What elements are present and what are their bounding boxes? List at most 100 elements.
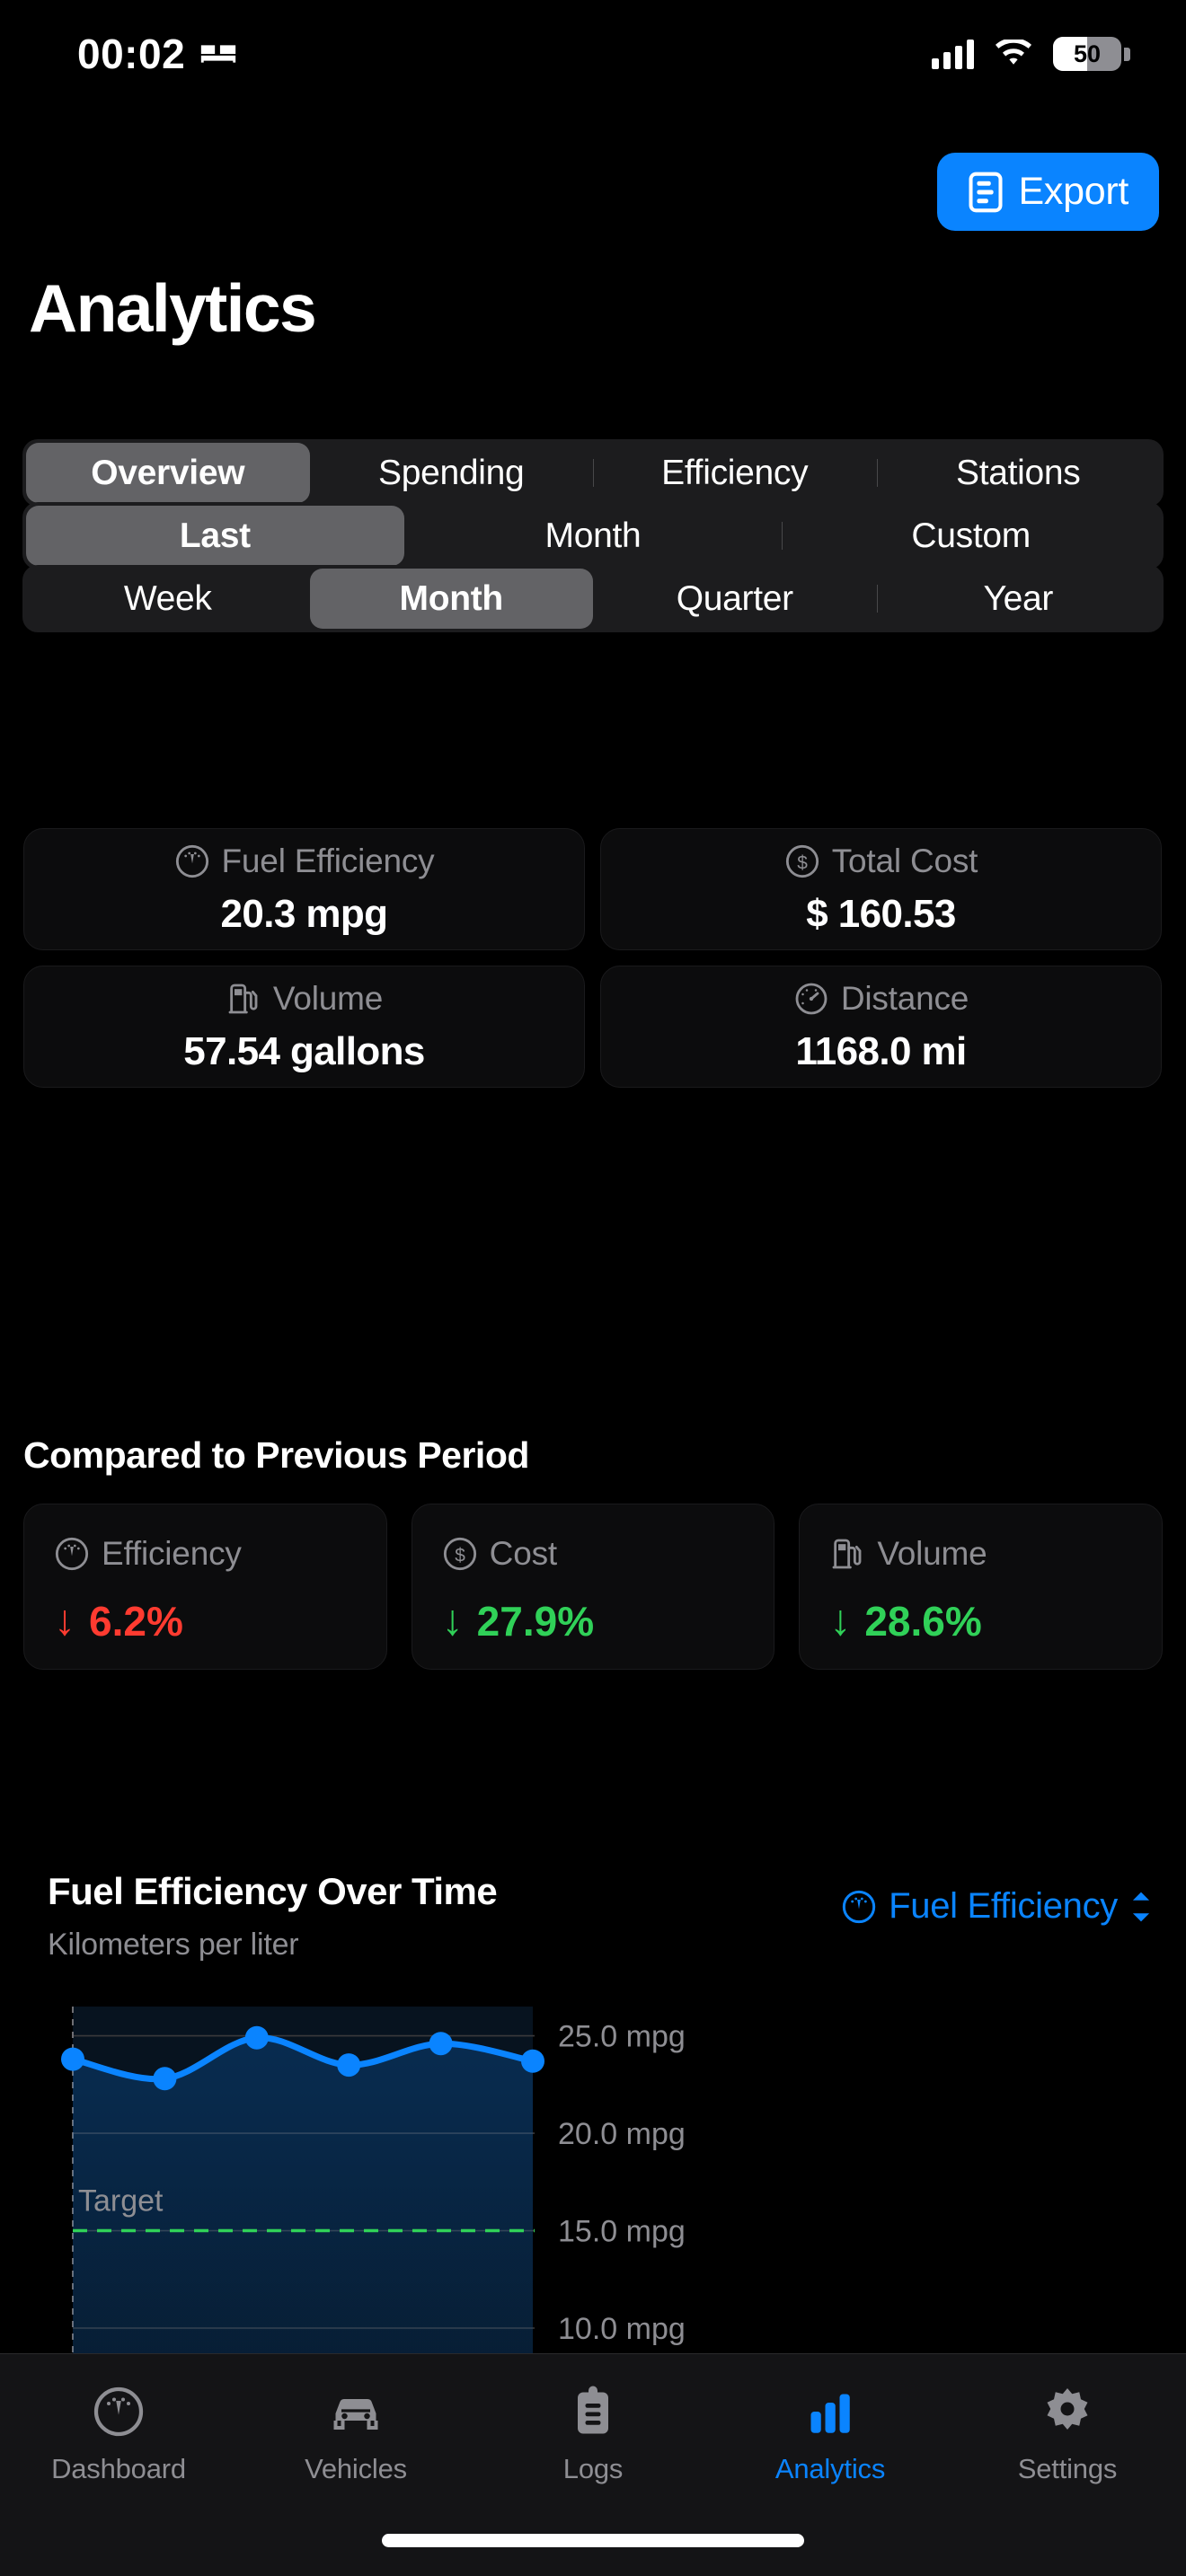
export-row: Export [936, 153, 1159, 231]
comparison-card-value: ↓ 28.6% [829, 1596, 1162, 1645]
tab-analytics[interactable]: Analytics [712, 2381, 949, 2485]
segment-custom[interactable]: Custom [782, 506, 1160, 566]
export-label: Export [1018, 170, 1129, 213]
segment-overview[interactable]: Overview [26, 443, 310, 503]
comparison-card-label: Efficiency [102, 1535, 242, 1572]
data-point[interactable] [153, 2067, 177, 2091]
chart-metric-picker[interactable]: Fuel Efficiency [841, 1886, 1153, 1927]
app-screen: 00:02 50 Export Analytics Overview Spend… [0, 0, 1186, 2576]
segment-week[interactable]: Week [26, 569, 310, 629]
status-time: 00:02 [77, 31, 186, 77]
segment-label: Stations [955, 453, 1081, 492]
segment-label: Quarter [676, 578, 793, 618]
dollar-circle-icon: $ [785, 844, 819, 878]
chart-title-block: Fuel Efficiency Over Time Kilometers per… [48, 1870, 498, 1963]
battery-icon: 50 [1053, 37, 1121, 71]
data-point[interactable] [61, 2047, 84, 2071]
comparison-grid: Efficiency ↓ 6.2% $ Cost ↓ 27.9% Volume [23, 1504, 1164, 1670]
gauge-icon [93, 2386, 144, 2437]
trend-down-arrow-icon: ↓ [54, 1597, 75, 1645]
tab-label: Vehicles [305, 2453, 407, 2484]
comparison-card-value: ↓ 6.2% [54, 1596, 386, 1645]
y-axis-label: 25.0 mpg [558, 2020, 686, 2054]
stat-card-grid: Fuel Efficiency 20.3 mpg $ Total Cost $ … [23, 828, 1163, 1088]
segmented-range-mode[interactable]: Last Month Custom [22, 502, 1164, 569]
data-point[interactable] [521, 2049, 544, 2073]
chart-subtitle: Kilometers per liter [48, 1928, 299, 1962]
stat-card-header: $ Total Cost [784, 842, 978, 880]
tab-dashboard[interactable]: Dashboard [0, 2381, 237, 2485]
trend-down-arrow-icon: ↓ [441, 1597, 464, 1645]
comparison-card-header: Volume [829, 1535, 1162, 1573]
tab-vehicles[interactable]: Vehicles [237, 2381, 474, 2485]
segment-quarter[interactable]: Quarter [593, 569, 877, 629]
comparison-card-header: $ Cost [442, 1535, 774, 1573]
battery-nub [1124, 47, 1130, 61]
fuel-efficiency-chart[interactable]: Target 25.0 mpg 20.0 mpg 15.0 mpg 10.0 mpg [43, 2001, 1150, 2355]
segment-label: Efficiency [661, 453, 809, 492]
chart-metric-label: Fuel Efficiency [889, 1886, 1118, 1926]
stat-card: Volume 57.54 gallons [23, 966, 585, 1088]
tab-label: Settings [1017, 2453, 1118, 2484]
segment-last[interactable]: Last [26, 506, 404, 566]
segment-year[interactable]: Year [876, 569, 1161, 629]
stat-card: Distance 1168.0 mi [600, 966, 1162, 1088]
document-list-icon [969, 172, 1003, 212]
gauge-icon [842, 1890, 876, 1923]
cellular-bars-icon [932, 39, 974, 69]
stat-card: Fuel Efficiency 20.3 mpg [23, 828, 585, 950]
segment-label: Month [544, 516, 642, 555]
home-indicator [382, 2534, 804, 2547]
stat-card-header: Fuel Efficiency [174, 842, 435, 880]
clipboard-icon [578, 2386, 608, 2434]
data-point[interactable] [337, 2053, 361, 2078]
chevron-up-down-icon [1132, 1892, 1150, 1921]
segment-month[interactable]: Month [404, 506, 783, 566]
tab-label: Dashboard [51, 2453, 186, 2484]
segment-label: Custom [911, 516, 1031, 555]
comparison-card-value: ↓ 27.9% [442, 1596, 774, 1645]
tab-label: Analytics [774, 2453, 886, 2484]
export-button[interactable]: Export [936, 153, 1159, 231]
segment-label: Week [123, 578, 212, 618]
segment-stations[interactable]: Stations [876, 443, 1161, 503]
tab-label: Logs [562, 2453, 624, 2484]
car-icon [333, 2399, 378, 2430]
segment-month[interactable]: Month [309, 569, 593, 629]
comparison-title: Compared to Previous Period [23, 1434, 529, 1476]
stat-card-label: Total Cost [831, 842, 978, 879]
comparison-card-header: Efficiency [54, 1535, 386, 1573]
data-point[interactable] [429, 2032, 453, 2056]
stat-card-label: Volume [272, 979, 384, 1017]
segment-label: Month [399, 578, 504, 618]
segment-label: Overview [91, 453, 245, 492]
segment-label: Year [983, 578, 1054, 618]
data-point[interactable] [244, 2025, 269, 2050]
dollar-circle-icon: $ [443, 1537, 476, 1571]
segment-label: Last [179, 516, 251, 555]
speedometer-icon [795, 983, 828, 1014]
status-bar: 00:02 50 [0, 0, 1186, 108]
status-bar-left: 00:02 [77, 30, 239, 78]
tab-settings[interactable]: Settings [949, 2381, 1186, 2485]
comparison-percent: 28.6% [864, 1597, 982, 1645]
tab-logs[interactable]: Logs [474, 2381, 712, 2485]
status-bar-right: 50 [932, 37, 1130, 71]
segment-label: Spending [378, 453, 525, 492]
stat-card-header: Volume [226, 980, 383, 1018]
y-axis-label: 10.0 mpg [558, 2312, 686, 2346]
stat-card-value: 20.3 mpg [220, 891, 389, 936]
comparison-card: Efficiency ↓ 6.2% [23, 1504, 387, 1670]
fuel-pump-icon [832, 1539, 862, 1569]
segmented-view[interactable]: Overview Spending Efficiency Stations [22, 439, 1164, 507]
chart-title: Fuel Efficiency Over Time [48, 1870, 498, 1912]
segment-spending[interactable]: Spending [310, 443, 594, 503]
comparison-percent: 6.2% [89, 1597, 183, 1645]
stat-card-value: 1168.0 mi [795, 1028, 967, 1073]
segmented-period[interactable]: Week Month Quarter Year [22, 565, 1164, 632]
segment-efficiency[interactable]: Efficiency [593, 443, 877, 503]
chart-header: Fuel Efficiency Over Time Kilometers per… [48, 1870, 1153, 1963]
y-axis-label: 15.0 mpg [558, 2215, 686, 2249]
comparison-percent: 27.9% [476, 1597, 595, 1645]
comparison-card-label: Cost [489, 1535, 557, 1572]
